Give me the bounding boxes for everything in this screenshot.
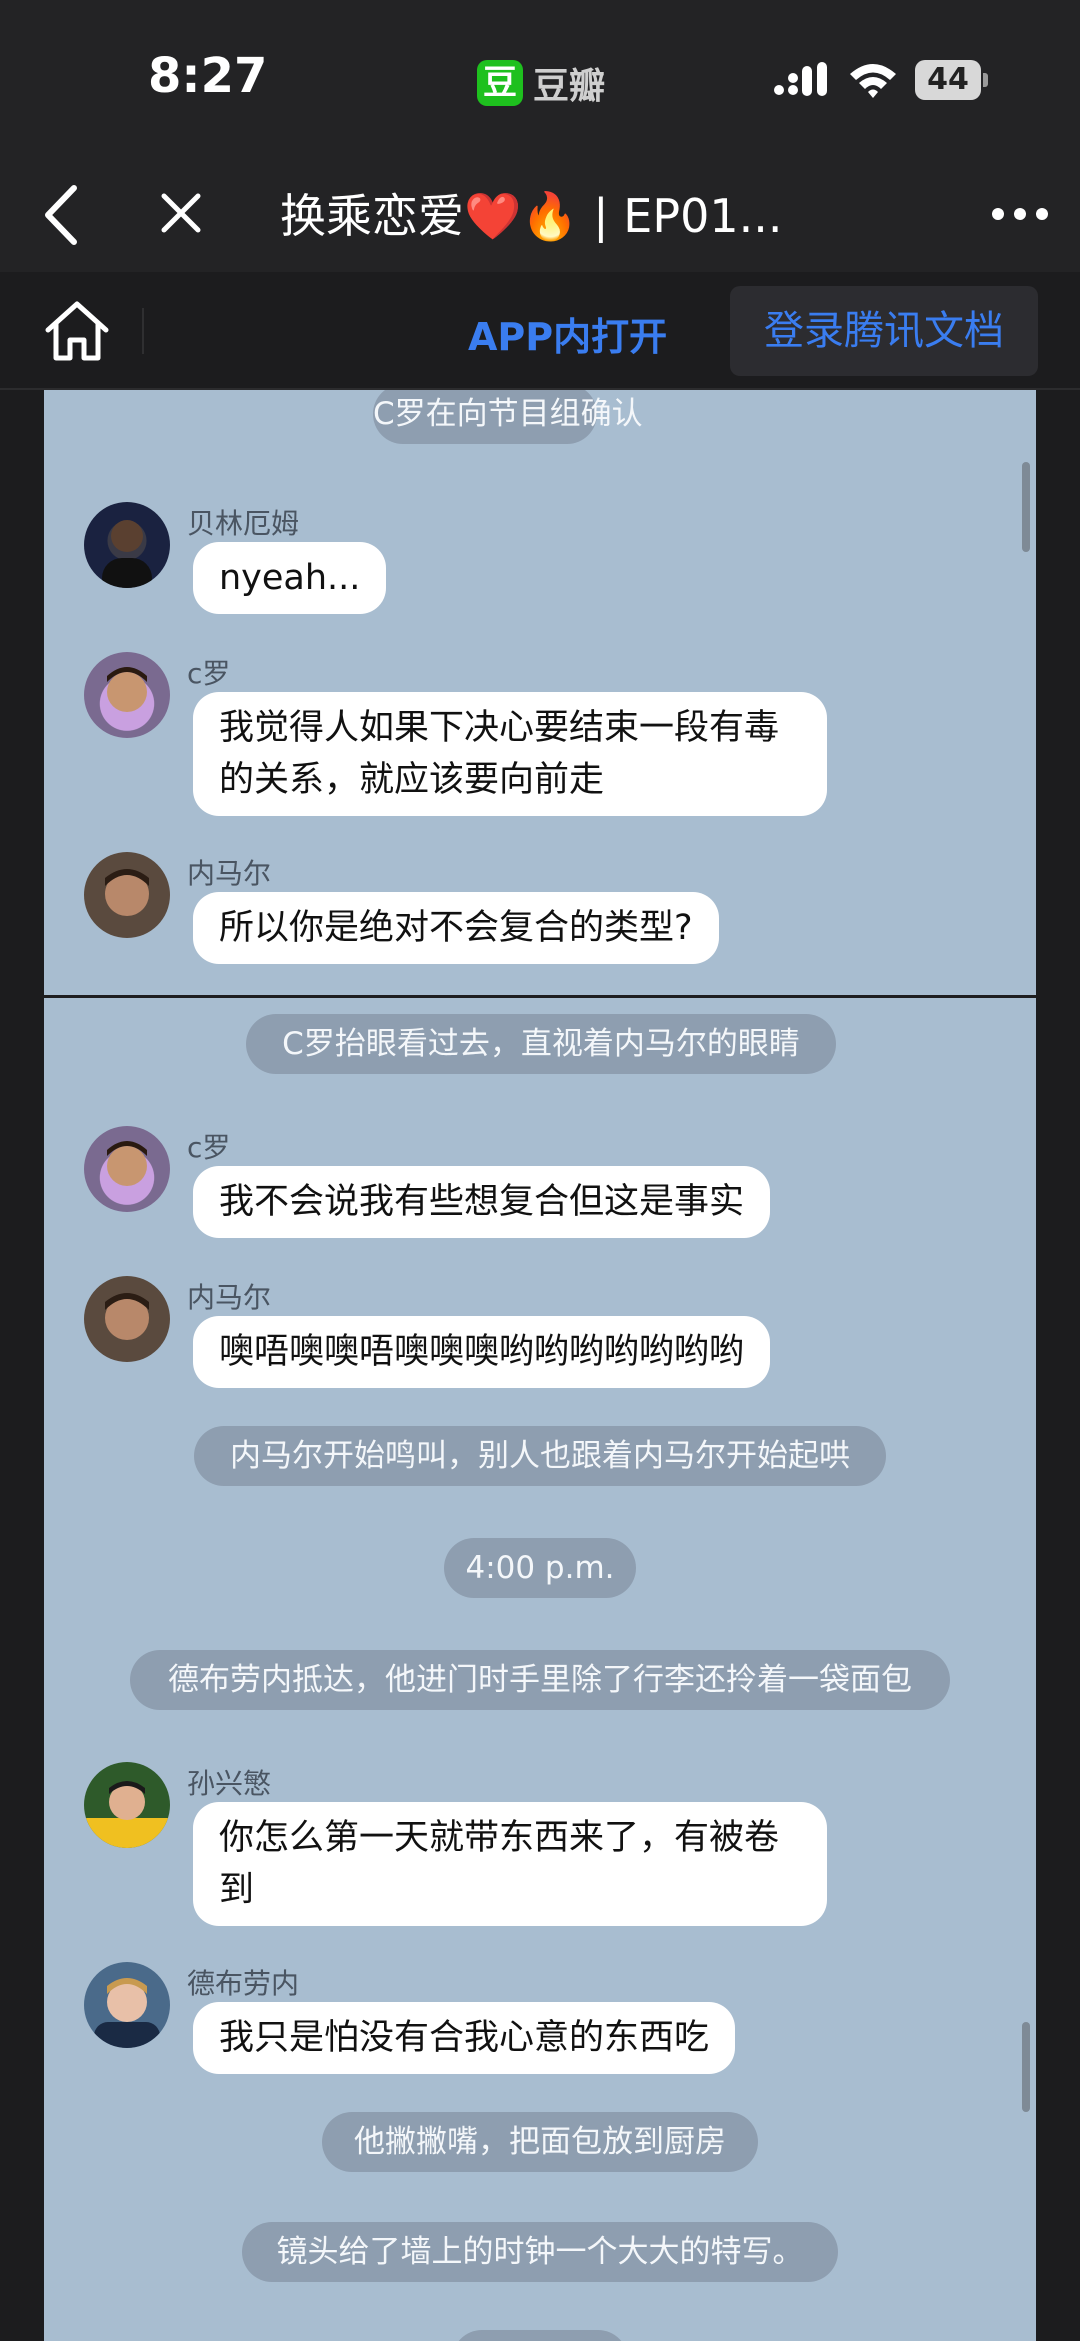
more-icon[interactable] [990, 204, 1050, 224]
narration-pill: 德布劳内抵达，他进门时手里除了行李还拎着一袋面包 [130, 1650, 950, 1710]
avatar [84, 502, 170, 588]
avatar [84, 652, 170, 738]
page-break [44, 995, 1036, 998]
close-icon[interactable] [158, 190, 204, 236]
avatar [84, 1276, 170, 1362]
sender-name: 孙兴慜 [187, 1767, 272, 1800]
page-title: 换乘恋爱❤️🔥 | EP01... [280, 189, 783, 243]
message-bubble: 我不会说我有些想复合但这是事实 [193, 1166, 771, 1238]
home-icon[interactable] [44, 300, 110, 362]
battery-icon: 44 [915, 60, 988, 100]
app-badge-label: 豆瓣 [533, 66, 606, 107]
narration-pill: 他撇撇嘴，把面包放到厨房 [322, 2112, 758, 2172]
battery-level: 44 [927, 62, 969, 97]
message-bubble: 你怎么第一天就带东西来了，有被卷到 [193, 1802, 827, 1926]
message-bubble: 我只是怕没有合我心意的东西吃 [193, 2002, 736, 2074]
status-time: 8:27 [148, 48, 268, 104]
sender-name: c罗 [187, 1131, 231, 1164]
cellular-signal-icon [774, 62, 827, 96]
time-stamp-pill: 4:00 p.m. [444, 1538, 636, 1598]
open-in-app-button[interactable]: APP内打开 [468, 306, 667, 361]
document-area[interactable]: C罗在向节目组确认 贝林厄姆 nyeah... c罗 我觉得人如果下决心要结束一… [0, 390, 1080, 2341]
sender-name: 贝林厄姆 [187, 507, 300, 540]
document-page: C罗在向节目组确认 贝林厄姆 nyeah... c罗 我觉得人如果下决心要结束一… [44, 390, 1036, 2341]
sender-name: 内马尔 [187, 1281, 272, 1314]
scrollbar-thumb[interactable] [1022, 2022, 1030, 2112]
app-badge[interactable]: 豆 豆瓣 [477, 57, 605, 109]
wifi-icon [850, 64, 896, 98]
toolbar-divider [142, 308, 144, 354]
sender-name: 内马尔 [187, 857, 272, 890]
douban-app-icon: 豆 [477, 60, 523, 106]
avatar [84, 1962, 170, 2048]
scrollbar-thumb[interactable] [1022, 462, 1030, 552]
narration-pill: C罗在向节目组确认 [373, 390, 643, 444]
avatar [84, 852, 170, 938]
narration-pill: C罗抬眼看过去，直视着内马尔的眼睛 [246, 1014, 836, 1074]
back-icon[interactable] [38, 182, 88, 248]
narration-pill: 内马尔开始鸣叫，别人也跟着内马尔开始起哄 [194, 1426, 886, 1486]
narration-pill-partial [452, 2330, 628, 2341]
avatar [84, 1126, 170, 1212]
narration-pill: 镜头给了墙上的时钟一个大大的特写。 [242, 2222, 838, 2282]
message-bubble: 我觉得人如果下决心要结束一段有毒的关系，就应该要向前走 [193, 692, 827, 816]
message-bubble: nyeah... [193, 542, 387, 614]
message-bubble: 噢唔噢噢唔噢噢噢哟哟哟哟哟哟哟 [193, 1316, 771, 1388]
sender-name: c罗 [187, 657, 231, 690]
doc-toolbar: APP内打开 登录腾讯文档 [0, 272, 1080, 390]
status-bar: 8:27 豆 豆瓣 44 [0, 0, 1080, 160]
sender-name: 德布劳内 [187, 1967, 300, 2000]
message-bubble: 所以你是绝对不会复合的类型? [193, 892, 719, 964]
login-button[interactable]: 登录腾讯文档 [730, 286, 1038, 376]
nav-bar: 换乘恋爱❤️🔥 | EP01... [0, 160, 1080, 272]
avatar [84, 1762, 170, 1848]
